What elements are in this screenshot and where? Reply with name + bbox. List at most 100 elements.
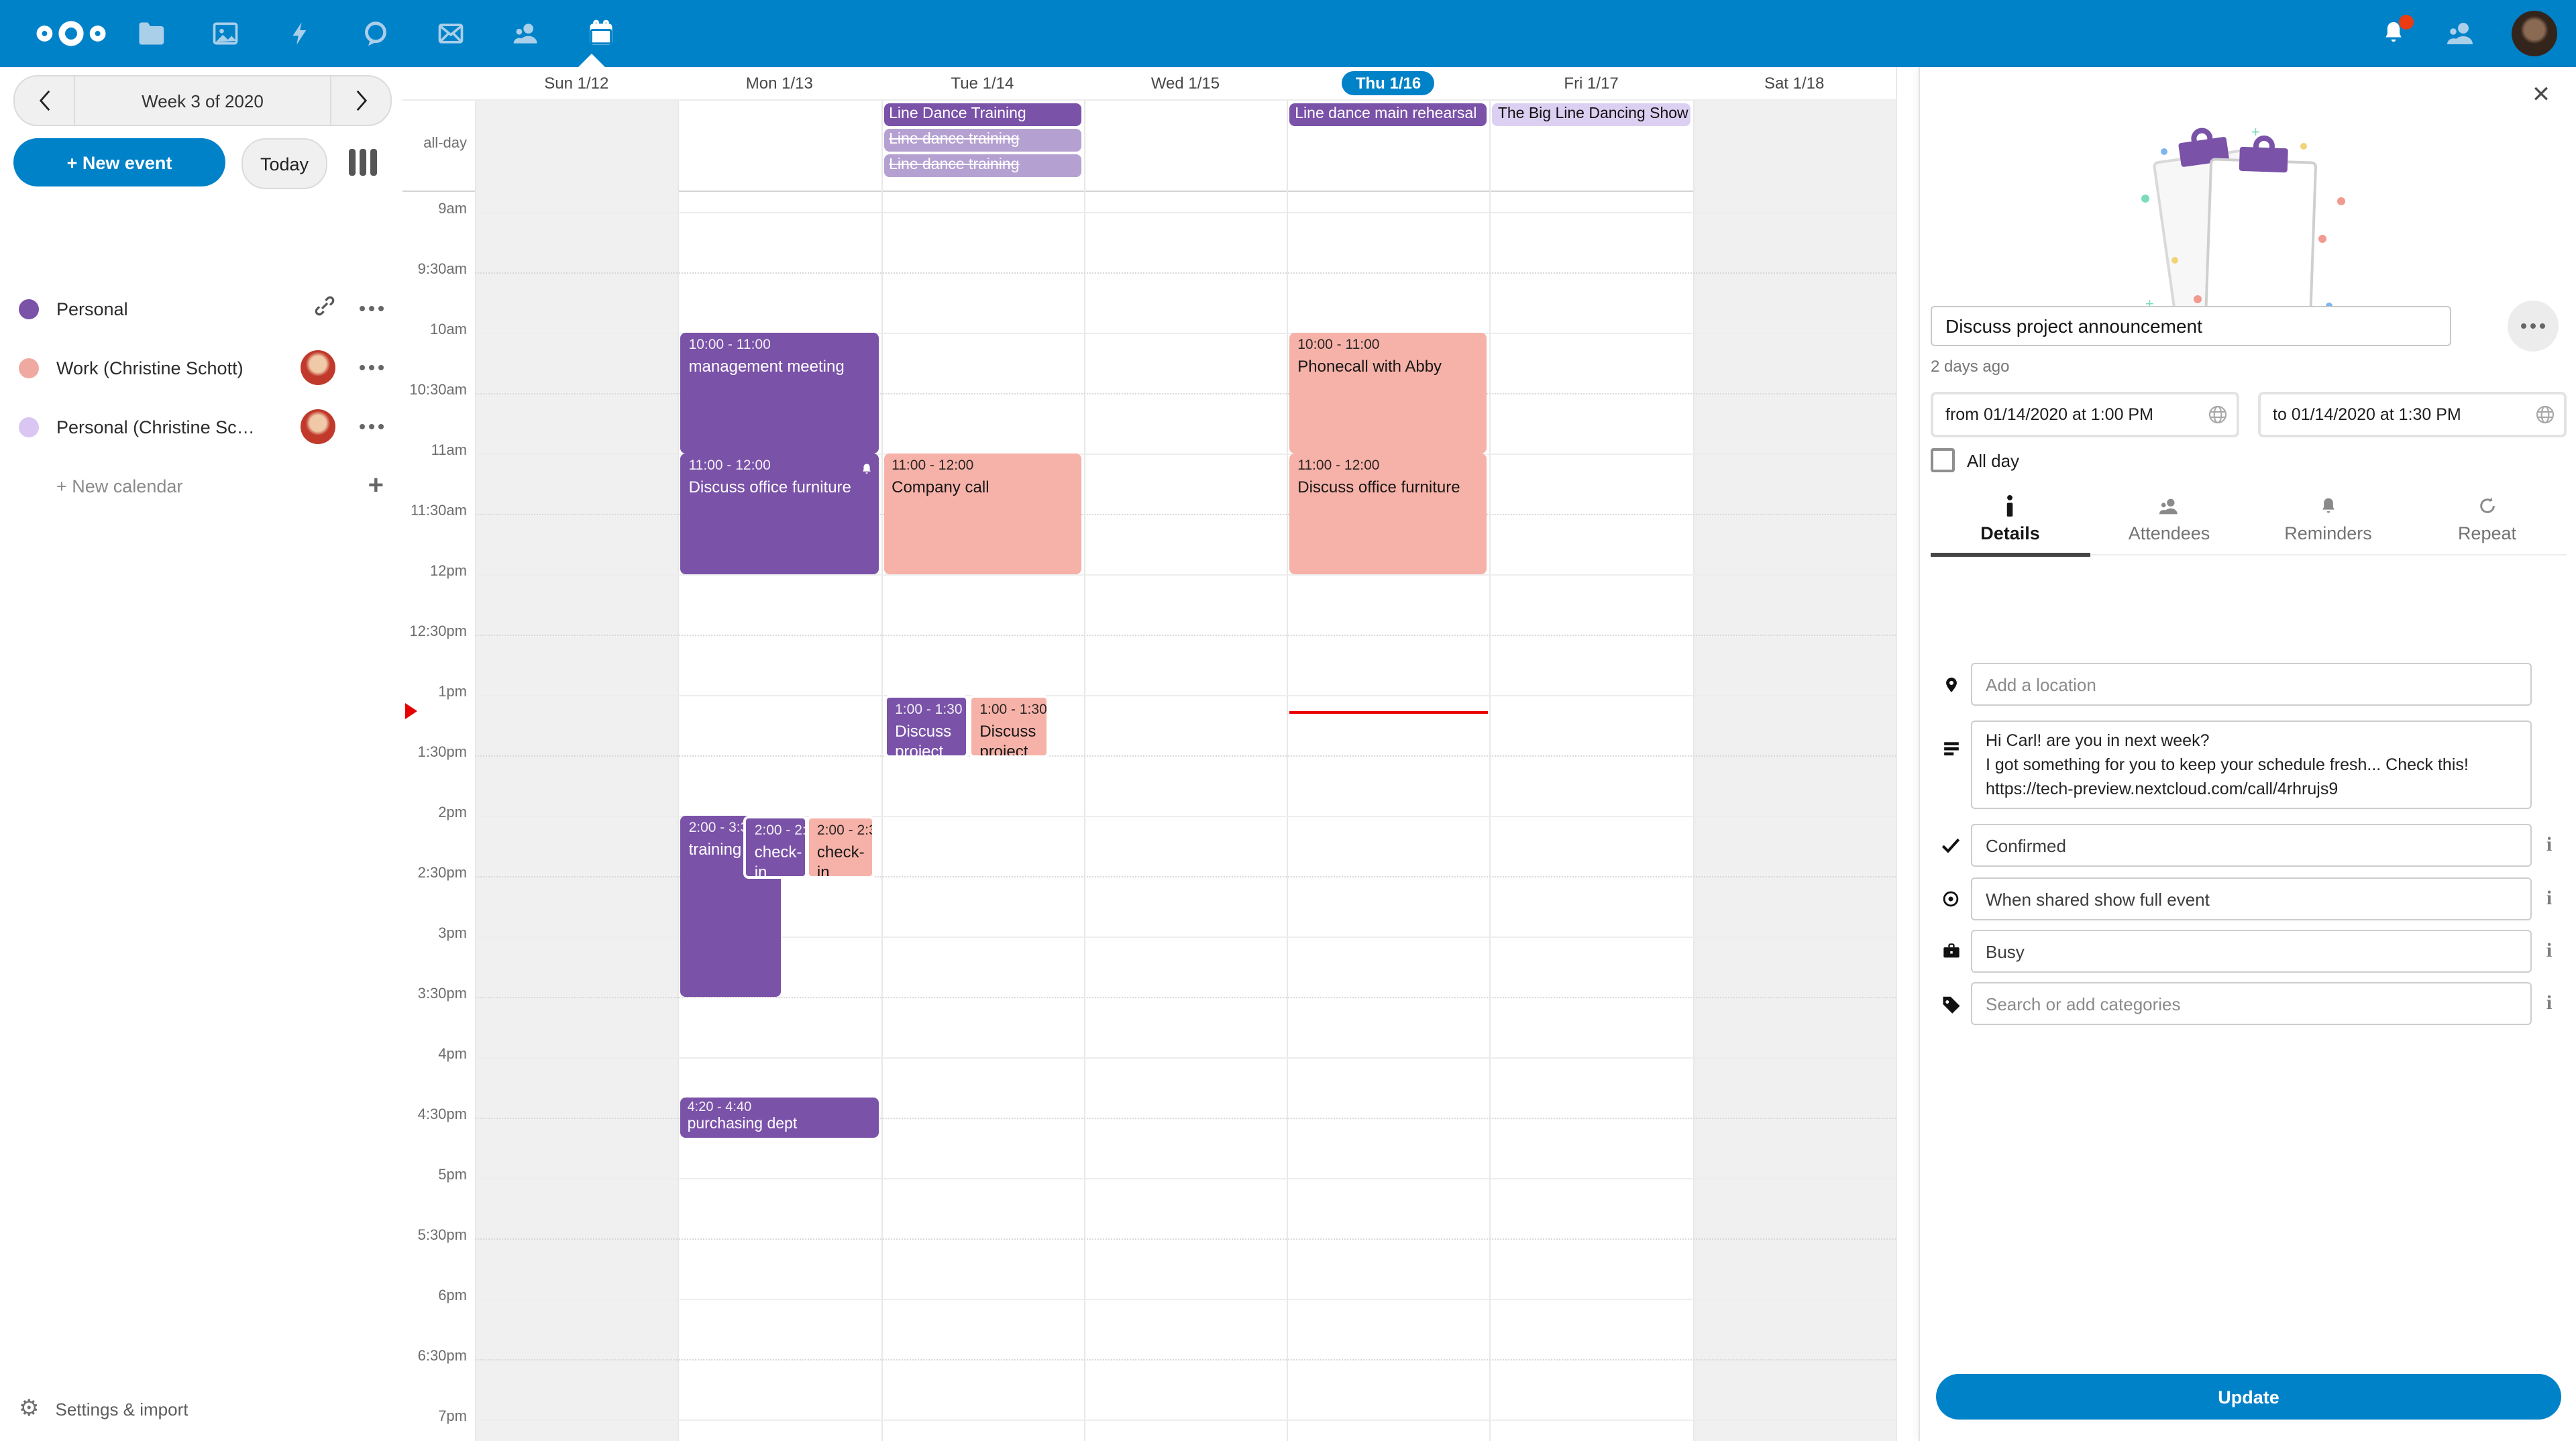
day-column-thu[interactable]: 10:00 - 11:00Phonecall with Abby 11:00 -… [1287,189,1490,1441]
next-week-button[interactable] [331,76,390,125]
allday-event[interactable]: The Big Line Dancing Show [1493,103,1690,126]
new-event-button[interactable]: + New event [13,138,225,186]
allday-cell-sat[interactable] [1693,101,1896,191]
today-button[interactable]: Today [241,138,327,189]
status-info-icon[interactable]: i [2532,834,2567,857]
event-title-input[interactable] [1931,306,2451,346]
share-link-icon[interactable] [314,295,335,323]
tab-details[interactable]: Details [1931,494,2090,554]
day-column-sun[interactable] [475,189,678,1441]
update-button[interactable]: Update [1936,1374,2561,1420]
event[interactable]: 11:00 - 12:00Company call [883,453,1081,574]
tab-attendees[interactable]: Attendees [2090,494,2249,554]
activity-app-icon[interactable] [284,17,317,50]
view-mode-icon[interactable] [349,149,377,176]
plus-icon[interactable]: + [368,470,384,501]
visibility-info-icon[interactable]: i [2532,888,2567,910]
day-header-tue[interactable]: Tue 1/14 [881,67,1084,99]
freebusy-info-icon[interactable]: i [2532,940,2567,963]
event[interactable]: 1:00 - 1:30Discuss project announcement [884,695,969,758]
event[interactable]: 4:20 - 4:40purchasing dept [681,1098,879,1138]
notifications-bell-icon[interactable] [2380,19,2410,48]
current-time-marker-icon [405,703,417,719]
time-label: 7pm [402,1409,467,1425]
allday-cell-mon[interactable] [678,101,881,191]
photos-app-icon[interactable] [209,17,241,50]
event[interactable]: 10:00 - 11:00management meeting [681,333,879,453]
event[interactable]: 11:00 - 12:00Discuss office furniture [681,453,879,574]
user-avatar[interactable] [2512,11,2557,56]
day-column-sat[interactable] [1693,189,1896,1441]
allday-event[interactable]: Line dance main rehearsal [1289,103,1487,126]
calendar-menu-icon[interactable] [360,424,384,429]
calendar-app-icon[interactable] [585,17,617,50]
day-header-wed[interactable]: Wed 1/15 [1084,67,1287,99]
event[interactable]: 10:00 - 11:00Phonecall with Abby [1289,333,1487,453]
files-app-icon[interactable] [134,17,166,50]
contacts-menu-icon[interactable] [2445,17,2477,50]
allday-event-declined[interactable]: Line dance training [883,154,1081,177]
status-select[interactable] [1971,824,2532,867]
timezone-globe-icon[interactable] [2207,404,2229,432]
day-header-sat[interactable]: Sat 1/18 [1693,67,1896,99]
categories-info-icon[interactable]: i [2532,992,2567,1015]
settings-import[interactable]: ⚙ Settings & import [19,1395,189,1422]
time-label: 4:30pm [402,1107,467,1123]
day-header-mon[interactable]: Mon 1/13 [678,67,881,99]
event[interactable]: 1:00 - 1:30Discuss project [969,695,1049,758]
start-date-field[interactable] [1931,392,2239,437]
end-date-field[interactable] [2258,392,2567,437]
attendees-people-icon [2090,494,2249,518]
gear-icon: ⚙ [19,1395,40,1422]
briefcase-icon [1931,942,1971,961]
categories-input[interactable] [1971,982,2532,1025]
nextcloud-logo[interactable] [30,19,113,55]
tab-reminders[interactable]: Reminders [2249,494,2408,554]
allday-cell-sun[interactable] [475,101,678,191]
day-header-sun[interactable]: Sun 1/12 [475,67,678,99]
day-column-wed[interactable] [1084,189,1287,1441]
day-column-fri[interactable] [1490,189,1693,1441]
day-column-mon[interactable]: 10:00 - 11:00management meeting 11:00 - … [678,189,881,1441]
description-textarea[interactable]: Hi Carl! are you in next week? I got som… [1971,720,2532,809]
time-label: 5:30pm [402,1228,467,1244]
all-day-toggle[interactable]: All day [1931,448,2019,472]
contacts-app-icon[interactable] [510,17,542,50]
day-header-thu-today[interactable]: Thu 1/16 [1287,67,1490,99]
freebusy-select[interactable] [1971,930,2532,973]
calendar-item-work-shared[interactable]: Work (Christine Schott) [0,338,402,397]
timezone-globe-icon[interactable] [2534,404,2556,432]
end-date-input[interactable] [2261,394,2564,435]
event[interactable]: 2:00 - 2:30check-in [806,816,875,879]
event-actions-button[interactable] [2508,301,2559,352]
allday-event[interactable]: Line Dance Training [883,103,1081,126]
calendar-menu-icon[interactable] [360,306,384,311]
visibility-select[interactable] [1971,877,2532,920]
calendar-menu-icon[interactable] [360,365,384,370]
allday-cell-wed[interactable] [1084,101,1287,191]
week-label[interactable]: Week 3 of 2020 [74,76,331,125]
allday-cell-fri[interactable]: The Big Line Dancing Show [1490,101,1693,191]
event[interactable]: 11:00 - 12:00Discuss office furniture [1289,453,1487,574]
location-input[interactable] [1971,663,2532,706]
mail-app-icon[interactable] [435,17,467,50]
previous-week-button[interactable] [15,76,74,125]
start-date-input[interactable] [1933,394,2237,435]
calendar-item-personal-shared[interactable]: Personal (Christine Schott) [0,397,402,456]
tab-repeat[interactable]: Repeat [2408,494,2567,554]
status-row: i [1931,824,2567,867]
day-column-tue[interactable]: 11:00 - 12:00Company call 1:00 - 1:30Dis… [881,189,1084,1441]
all-day-checkbox[interactable] [1931,448,1955,472]
sharer-avatar [301,350,335,385]
new-calendar-row[interactable]: + New calendar + [0,456,402,515]
event[interactable]: 2:00 - 2:30check-in [744,816,808,879]
calendar-name: Personal [56,299,128,319]
calendar-item-personal[interactable]: Personal [0,279,402,338]
allday-cell-thu[interactable]: Line dance main rehearsal [1287,101,1490,191]
day-header-fri[interactable]: Fri 1/17 [1490,67,1693,99]
close-icon[interactable]: ✕ [2529,83,2553,107]
talk-app-icon[interactable] [360,17,392,50]
allday-cell-tue[interactable]: Line Dance Training Line dance training … [881,101,1084,191]
time-label: 11am [402,443,467,459]
allday-event-declined[interactable]: Line dance training [883,129,1081,152]
